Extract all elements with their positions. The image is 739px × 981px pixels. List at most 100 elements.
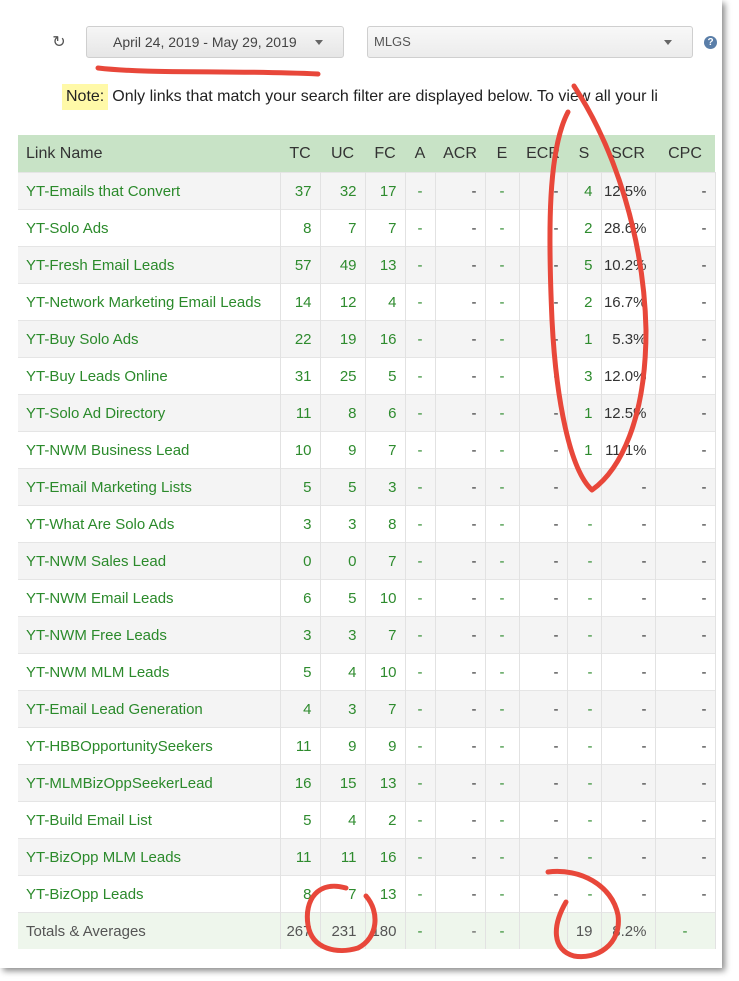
cell-e: - [485, 431, 520, 469]
link-name-link[interactable]: YT-NWM Sales Lead [18, 542, 281, 580]
cell-cpc: - [655, 690, 716, 728]
link-name-link[interactable]: YT-Buy Solo Ads [18, 320, 281, 358]
link-name-link[interactable]: YT-Email Lead Generation [18, 690, 281, 728]
table-row: YT-NWM Free Leads 3 3 7- - - - - - - [18, 616, 716, 654]
cell-tc: 11 [280, 838, 321, 876]
link-name-link[interactable]: YT-Fresh Email Leads [18, 246, 281, 284]
cell-scr: - [601, 690, 656, 728]
link-name-link[interactable]: YT-Emails that Convert [18, 172, 281, 210]
cell-fc: 8 [365, 505, 406, 543]
cell-uc: 3 [320, 505, 366, 543]
total-s: 19 [567, 912, 602, 949]
cell-a: - [405, 172, 436, 210]
link-name-link[interactable]: YT-HBBOpportunitySeekers [18, 727, 281, 765]
cell-a: - [405, 542, 436, 580]
column-header-tc[interactable]: TC [280, 135, 320, 173]
cell-scr: - [601, 505, 656, 543]
cell-a: - [405, 431, 436, 469]
cell-s: - [567, 727, 602, 765]
note-label: Note: [62, 84, 109, 110]
link-name-link[interactable]: YT-NWM Email Leads [18, 579, 281, 617]
table-row: YT-Email Lead Generation 4 3 7- - - - - - - [18, 690, 716, 728]
cell-s: - [567, 690, 602, 728]
help-icon[interactable]: ? [704, 36, 717, 49]
cell-acr: - [435, 468, 486, 506]
cell-fc: 7 [365, 690, 406, 728]
link-name-link[interactable]: YT-MLMBizOppSeekerLead [18, 764, 281, 802]
cell-uc: 0 [320, 542, 366, 580]
cell-uc: 3 [320, 616, 366, 654]
link-name-link[interactable]: YT-Email Marketing Lists [18, 468, 281, 506]
search-filter-dropdown[interactable]: MLGS [367, 26, 693, 58]
link-name-link[interactable]: YT-Network Marketing Email Leads [18, 283, 281, 321]
cell-cpc: - [655, 653, 716, 691]
link-name-link[interactable]: YT-Build Email List [18, 801, 281, 839]
link-name-link[interactable]: YT-Solo Ads [18, 209, 281, 247]
link-name-link[interactable]: YT-BizOpp Leads [18, 875, 281, 913]
cell-ecr: - [519, 283, 568, 321]
column-header-s[interactable]: S [567, 135, 601, 173]
cell-acr: - [435, 579, 486, 617]
cell-uc: 8 [320, 394, 366, 432]
cell-acr: - [435, 209, 486, 247]
table-row: YT-Buy Leads Online 31 25 5- - - -3 12.0% - [18, 357, 716, 395]
totals-row: Totals & Averages 267 231 180- - - -19 8.2% - [18, 912, 716, 949]
note-text: Only links that match your search filter… [112, 88, 658, 105]
column-header-link-name[interactable]: Link Name [18, 135, 280, 173]
link-name-link[interactable]: YT-NWM Business Lead [18, 431, 281, 469]
cell-s: - [567, 616, 602, 654]
cell-tc: 8 [280, 875, 321, 913]
link-name-link[interactable]: YT-NWM MLM Leads [18, 653, 281, 691]
screenshot-frame: ↻ April 24, 2019 - May 29, 2019 MLGS ? N… [0, 0, 722, 968]
cell-e: - [485, 801, 520, 839]
cell-tc: 22 [280, 320, 321, 358]
cell-a: - [405, 579, 436, 617]
cell-fc: 4 [365, 283, 406, 321]
total-uc: 231 [320, 912, 366, 949]
cell-acr: - [435, 875, 486, 913]
cell-a: - [405, 283, 436, 321]
cell-e: - [485, 616, 520, 654]
chevron-down-icon [664, 40, 672, 45]
column-header-scr[interactable]: SCR [601, 135, 655, 173]
column-header-acr[interactable]: ACR [435, 135, 485, 173]
cell-scr: 5.3% [601, 320, 656, 358]
refresh-icon[interactable]: ↻ [50, 34, 68, 52]
cell-ecr: - [519, 357, 568, 395]
cell-scr: 12.0% [601, 357, 656, 395]
cell-fc: 7 [365, 542, 406, 580]
cell-s: - [567, 505, 602, 543]
link-name-link[interactable]: YT-Solo Ad Directory [18, 394, 281, 432]
link-name-link[interactable]: YT-BizOpp MLM Leads [18, 838, 281, 876]
column-header-a[interactable]: A [405, 135, 435, 173]
cell-fc: 13 [365, 875, 406, 913]
link-name-link[interactable]: YT-What Are Solo Ads [18, 505, 281, 543]
cell-e: - [485, 653, 520, 691]
cell-s: 5 [567, 246, 602, 284]
cell-ecr: - [519, 653, 568, 691]
cell-acr: - [435, 801, 486, 839]
column-header-ecr[interactable]: ECR [519, 135, 567, 173]
column-header-e[interactable]: E [485, 135, 519, 173]
total-acr: - [435, 912, 486, 949]
cell-uc: 9 [320, 727, 366, 765]
cell-e: - [485, 690, 520, 728]
cell-cpc: - [655, 838, 716, 876]
cell-s: - [567, 579, 602, 617]
cell-tc: 6 [280, 579, 321, 617]
cell-acr: - [435, 246, 486, 284]
link-name-link[interactable]: YT-NWM Free Leads [18, 616, 281, 654]
cell-fc: 16 [365, 838, 406, 876]
column-header-uc[interactable]: UC [320, 135, 365, 173]
table-row: YT-NWM Email Leads 6 5 10- - - - - - - [18, 579, 716, 617]
link-name-link[interactable]: YT-Buy Leads Online [18, 357, 281, 395]
cell-tc: 3 [280, 616, 321, 654]
cell-scr: - [601, 542, 656, 580]
cell-a: - [405, 875, 436, 913]
column-header-fc[interactable]: FC [365, 135, 405, 173]
cell-uc: 11 [320, 838, 366, 876]
cell-fc: 13 [365, 764, 406, 802]
table-header-row: Link Name TC UC FC A ACR E ECR S SCR CPC [18, 135, 715, 173]
date-range-dropdown[interactable]: April 24, 2019 - May 29, 2019 [86, 26, 344, 58]
column-header-cpc[interactable]: CPC [655, 135, 715, 173]
